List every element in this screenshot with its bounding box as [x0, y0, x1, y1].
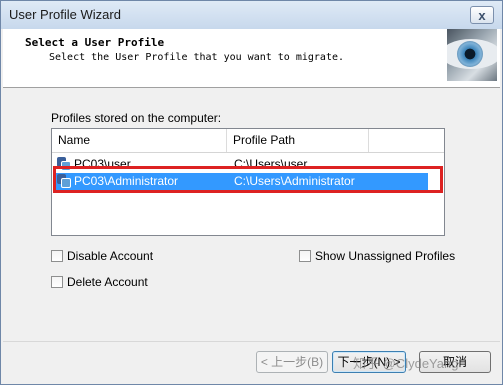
close-button[interactable]: x [470, 6, 494, 24]
profiles-group-label: Profiles stored on the computer: [51, 111, 222, 125]
list-header: Name Profile Path [52, 129, 444, 153]
checkbox-box[interactable] [51, 276, 63, 288]
checkbox-box[interactable] [51, 250, 63, 262]
column-header-name[interactable]: Name [52, 129, 227, 152]
delete-account-label: Delete Account [67, 275, 148, 289]
selection-highlight-annotation [53, 166, 443, 193]
checkbox-box[interactable] [299, 250, 311, 262]
page-subtitle: Select the User Profile that you want to… [49, 52, 345, 63]
disable-account-label: Disable Account [67, 249, 154, 263]
watermark: 知乎 @ClydeYang [353, 356, 459, 371]
column-header-path[interactable]: Profile Path [227, 129, 369, 152]
window-title: User Profile Wizard [9, 7, 121, 22]
close-icon: x [478, 7, 486, 23]
show-unassigned-checkbox[interactable]: Show Unassigned Profiles [299, 249, 455, 263]
page-title: Select a User Profile [25, 36, 165, 49]
wizard-header: Select a User Profile Select the User Pr… [3, 29, 500, 88]
footer-divider [3, 341, 500, 342]
delete-account-checkbox[interactable]: Delete Account [51, 275, 148, 289]
wizard-window: User Profile Wizard x Select a User Prof… [0, 0, 503, 385]
show-unassigned-label: Show Unassigned Profiles [315, 249, 456, 263]
back-button[interactable]: < 上一步(B) [256, 351, 328, 373]
disable-account-checkbox[interactable]: Disable Account [51, 249, 153, 263]
eye-logo-icon [447, 29, 497, 81]
title-bar: User Profile Wizard x [1, 1, 502, 29]
